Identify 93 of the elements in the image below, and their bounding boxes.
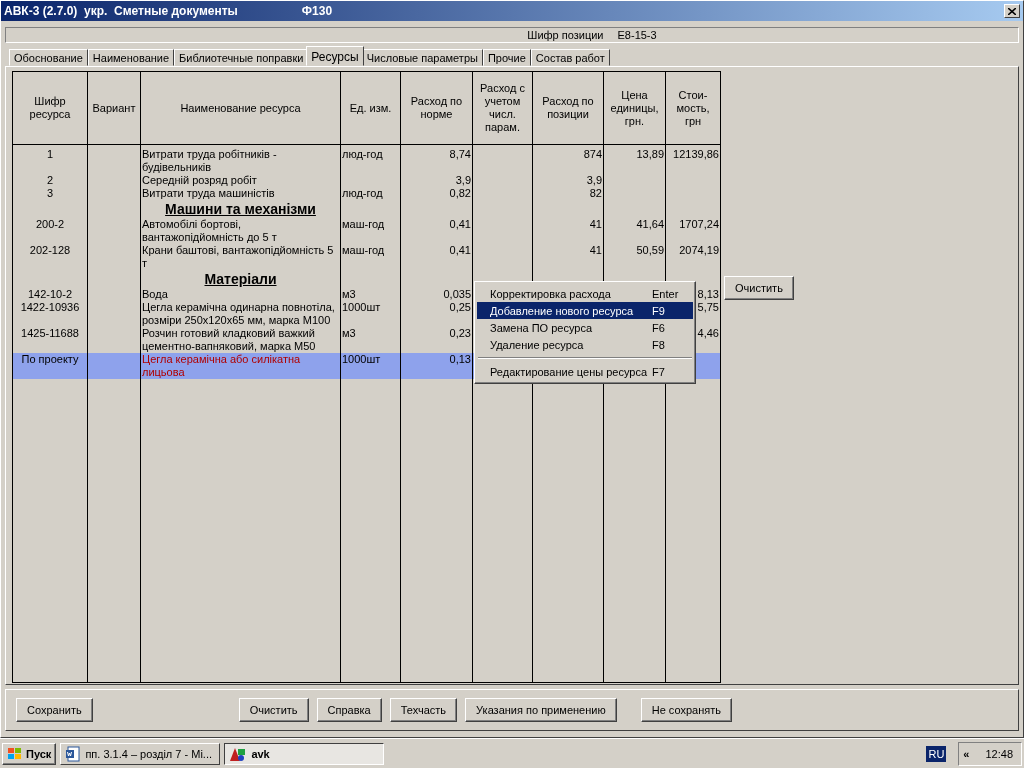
table-cell: 1000шт bbox=[342, 353, 381, 365]
table-cell: м3 bbox=[342, 288, 356, 300]
action-button[interactable]: Очистить bbox=[238, 698, 309, 722]
tab[interactable]: Состав работ bbox=[530, 49, 610, 66]
tab[interactable]: Числовые параметры bbox=[361, 49, 483, 66]
table-cell: 0,23 bbox=[449, 327, 471, 339]
section-heading: Машини та механізми bbox=[165, 201, 316, 217]
document-icon bbox=[65, 746, 82, 762]
resource-name: Вода bbox=[142, 288, 168, 300]
form-code: Ф130 bbox=[301, 4, 333, 18]
position-code: E8-15-3 bbox=[617, 29, 657, 41]
menu-item[interactable]: Корректировка расхода Enter bbox=[477, 285, 693, 302]
action-button[interactable]: Справка bbox=[316, 698, 382, 722]
table-cell: 0,13 bbox=[449, 353, 471, 365]
table-cell: люд-год bbox=[342, 148, 383, 160]
resource-code: 202-128 bbox=[29, 244, 71, 256]
tab[interactable]: Ресурсы bbox=[306, 46, 364, 66]
action-button[interactable]: Сохранить bbox=[16, 698, 93, 722]
table-cell: 41,64 bbox=[636, 218, 664, 230]
table-cell: маш-год bbox=[342, 244, 385, 256]
column-header: Расход по норме bbox=[410, 95, 463, 120]
table-cell: 41 bbox=[589, 218, 602, 230]
tray-expand-button[interactable]: « bbox=[963, 748, 970, 760]
table-cell: 2074,19 bbox=[679, 244, 719, 256]
column-header: Наименование ресурса bbox=[180, 101, 301, 114]
table-cell: 3,9 bbox=[586, 174, 602, 186]
close-icon[interactable] bbox=[1004, 4, 1020, 18]
column-header: Вариант bbox=[92, 101, 136, 114]
table-cell: 1707,24 bbox=[679, 218, 719, 230]
column-header: Цена единицы, грн. bbox=[610, 88, 659, 127]
table-cell: 41 bbox=[589, 244, 602, 256]
resource-code: 1425-11688 bbox=[21, 327, 79, 339]
action-button[interactable]: Указания по применению bbox=[465, 698, 617, 722]
table-cell: 0,035 bbox=[443, 288, 471, 300]
resource-code: 142-10-2 bbox=[27, 288, 72, 300]
resource-code: 3 bbox=[46, 187, 54, 199]
start-button[interactable]: Пуск bbox=[2, 743, 57, 765]
app-icon bbox=[229, 746, 248, 762]
table-cell: маш-год bbox=[342, 218, 385, 230]
tab[interactable]: Библиотечные поправки bbox=[174, 49, 309, 66]
table-cell: 8,13 bbox=[697, 288, 719, 300]
section-heading: Матеріали bbox=[204, 271, 277, 287]
table-cell: 82 bbox=[589, 187, 602, 199]
action-button[interactable]: Техчасть bbox=[389, 698, 458, 722]
taskbar-button[interactable]: avk bbox=[224, 743, 385, 765]
column-header: Шифр ресурса bbox=[29, 95, 71, 120]
taskbar-button[interactable]: пп. 3.1.4 – розділ 7 - Мі... bbox=[60, 743, 221, 765]
column-header: Ед. изм. bbox=[349, 101, 392, 114]
action-button[interactable]: Не сохранять bbox=[640, 698, 732, 722]
table-cell: 0,82 bbox=[449, 187, 471, 199]
column-header: Расход с учетом числ. парам. bbox=[480, 82, 525, 133]
table-cell: 4,46 bbox=[697, 327, 719, 339]
column-header: Стои-мость, грн bbox=[676, 88, 710, 127]
language-indicator[interactable]: RU bbox=[926, 746, 947, 762]
table-cell: 3,9 bbox=[455, 174, 471, 186]
table-cell: 0,25 bbox=[449, 301, 471, 313]
clock: 12:48 bbox=[985, 748, 1013, 760]
table-cell: 13,89 bbox=[636, 148, 664, 160]
tab[interactable]: Прочие bbox=[482, 49, 531, 66]
resource-code: 1422-10936 bbox=[20, 301, 80, 313]
resource-name: Крани баштові, вантажопідйомність 5 т bbox=[142, 244, 334, 269]
table-cell: 12139,86 bbox=[673, 148, 719, 160]
resource-code: 200-2 bbox=[35, 218, 65, 230]
clear-button[interactable]: Очистить bbox=[724, 276, 794, 300]
table-cell: 0,41 bbox=[449, 244, 471, 256]
column-header: Расход по позиции bbox=[542, 95, 594, 120]
resource-name: Середній розряд робіт bbox=[142, 174, 257, 186]
resource-name: Цегла керамічна або силікатна лицьова bbox=[142, 353, 301, 378]
table-cell: м3 bbox=[342, 327, 356, 339]
menu-item[interactable]: Редактирование цены ресурса F7 bbox=[477, 363, 693, 380]
resource-name: Розчин готовий кладковий важкий цементно-вапняковий, марка М50 bbox=[142, 327, 316, 352]
table-cell: 0,41 bbox=[449, 218, 471, 230]
position-label: Шифр позиции bbox=[527, 29, 604, 41]
table-cell: 874 bbox=[583, 148, 602, 160]
resource-code: По проекту bbox=[21, 353, 79, 365]
resource-name: Витрати труда машиністів bbox=[142, 187, 275, 199]
table-cell: 5,75 bbox=[697, 301, 719, 313]
windows-flag-icon bbox=[7, 747, 23, 761]
table-cell: 8,74 bbox=[449, 148, 471, 160]
menu-item[interactable]: Замена ПО ресурса F6 bbox=[477, 319, 693, 336]
window-title: АВК-3 (2.7.0) укр. Сметные документы bbox=[4, 4, 238, 18]
table-cell: 50,59 bbox=[636, 244, 664, 256]
resource-name: Цегла керамічна одинарна повнотіла, розміри 250х120х65 мм, марка М100 bbox=[142, 301, 335, 326]
tab[interactable]: Обоснование bbox=[9, 49, 88, 66]
menu-item[interactable]: Добавление нового ресурса F9 bbox=[477, 302, 693, 319]
table-cell: люд-год bbox=[342, 187, 383, 199]
table-cell: 1000шт bbox=[342, 301, 381, 313]
resource-name: Витрати труда робітників - будівельників bbox=[142, 148, 277, 173]
resource-code: 1 bbox=[46, 148, 54, 160]
resource-code: 2 bbox=[46, 174, 54, 186]
menu-item[interactable]: Удаление ресурса F8 bbox=[477, 336, 693, 353]
tab[interactable]: Наименование bbox=[87, 49, 175, 66]
resource-name: Автомобілі бортові, вантажопідйомність до 5 т bbox=[142, 218, 277, 243]
